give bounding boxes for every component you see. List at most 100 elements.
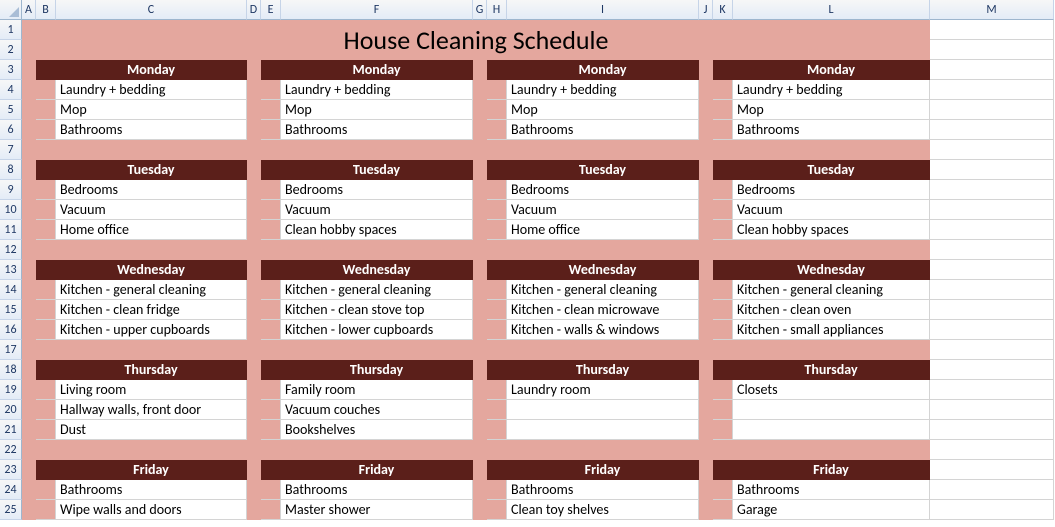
row-header-2[interactable]: 2	[0, 40, 22, 60]
task-checkbox-3-0-2[interactable]	[713, 120, 733, 140]
task-checkbox-1-3-0[interactable]	[261, 380, 281, 400]
task-checkbox-3-1-2[interactable]	[713, 220, 733, 240]
task-checkbox-3-4-0[interactable]	[713, 480, 733, 500]
task-checkbox-3-4-1[interactable]	[713, 500, 733, 520]
task-checkbox-2-0-1[interactable]	[487, 100, 507, 120]
task-checkbox-2-3-0[interactable]	[487, 380, 507, 400]
task-cell-0-1-1[interactable]: Vacuum	[56, 200, 247, 220]
col-header-L[interactable]: L	[733, 0, 930, 20]
task-checkbox-0-1-2[interactable]	[36, 220, 56, 240]
task-checkbox-2-1-0[interactable]	[487, 180, 507, 200]
task-checkbox-3-3-0[interactable]	[713, 380, 733, 400]
row-header-9[interactable]: 9	[0, 180, 22, 200]
row-header-22[interactable]: 22	[0, 440, 22, 460]
cell-M22[interactable]	[930, 440, 1054, 460]
task-cell-3-1-2[interactable]: Clean hobby spaces	[733, 220, 930, 240]
task-cell-0-1-0[interactable]: Bedrooms	[56, 180, 247, 200]
task-cell-2-0-2[interactable]: Bathrooms	[507, 120, 699, 140]
cell-M11[interactable]	[930, 220, 1054, 240]
task-cell-1-3-1[interactable]: Vacuum couches	[281, 400, 473, 420]
cell-M5[interactable]	[930, 100, 1054, 120]
cell-M10[interactable]	[930, 200, 1054, 220]
task-checkbox-0-3-0[interactable]	[36, 380, 56, 400]
task-cell-3-4-0[interactable]: Bathrooms	[733, 480, 930, 500]
row-header-25[interactable]: 25	[0, 500, 22, 520]
row-header-19[interactable]: 19	[0, 380, 22, 400]
cell-M16[interactable]	[930, 320, 1054, 340]
task-checkbox-2-0-2[interactable]	[487, 120, 507, 140]
task-checkbox-0-4-0[interactable]	[36, 480, 56, 500]
task-cell-3-3-0[interactable]: Closets	[733, 380, 930, 400]
task-cell-0-0-1[interactable]: Mop	[56, 100, 247, 120]
task-cell-1-1-2[interactable]: Clean hobby spaces	[281, 220, 473, 240]
col-header-A[interactable]: A	[22, 0, 36, 20]
task-checkbox-0-2-2[interactable]	[36, 320, 56, 340]
task-checkbox-1-1-2[interactable]	[261, 220, 281, 240]
row-header-18[interactable]: 18	[0, 360, 22, 380]
task-cell-1-0-1[interactable]: Mop	[281, 100, 473, 120]
task-cell-3-1-0[interactable]: Bedrooms	[733, 180, 930, 200]
row-header-1[interactable]: 1	[0, 20, 22, 40]
task-checkbox-3-1-1[interactable]	[713, 200, 733, 220]
cell-M4[interactable]	[930, 80, 1054, 100]
col-header-G[interactable]: G	[473, 0, 487, 20]
task-checkbox-2-4-0[interactable]	[487, 480, 507, 500]
task-cell-3-2-0[interactable]: Kitchen - general cleaning	[733, 280, 930, 300]
task-checkbox-1-4-0[interactable]	[261, 480, 281, 500]
task-checkbox-2-2-1[interactable]	[487, 300, 507, 320]
col-header-C[interactable]: C	[56, 0, 247, 20]
task-checkbox-0-1-1[interactable]	[36, 200, 56, 220]
task-cell-1-2-2[interactable]: Kitchen - lower cupboards	[281, 320, 473, 340]
task-checkbox-1-1-0[interactable]	[261, 180, 281, 200]
row-header-16[interactable]: 16	[0, 320, 22, 340]
task-checkbox-0-1-0[interactable]	[36, 180, 56, 200]
task-checkbox-1-2-2[interactable]	[261, 320, 281, 340]
task-checkbox-0-0-1[interactable]	[36, 100, 56, 120]
task-cell-2-1-1[interactable]: Vacuum	[507, 200, 699, 220]
task-checkbox-1-0-0[interactable]	[261, 80, 281, 100]
task-cell-1-2-1[interactable]: Kitchen - clean stove top	[281, 300, 473, 320]
task-cell-3-0-1[interactable]: Mop	[733, 100, 930, 120]
task-cell-0-2-0[interactable]: Kitchen - general cleaning	[56, 280, 247, 300]
row-header-3[interactable]: 3	[0, 60, 22, 80]
row-header-4[interactable]: 4	[0, 80, 22, 100]
task-cell-0-3-1[interactable]: Hallway walls, front door	[56, 400, 247, 420]
task-cell-1-2-0[interactable]: Kitchen - general cleaning	[281, 280, 473, 300]
task-checkbox-2-1-1[interactable]	[487, 200, 507, 220]
col-header-J[interactable]: J	[699, 0, 713, 20]
task-checkbox-3-2-2[interactable]	[713, 320, 733, 340]
task-checkbox-0-2-0[interactable]	[36, 280, 56, 300]
task-cell-2-4-0[interactable]: Bathrooms	[507, 480, 699, 500]
row-header-23[interactable]: 23	[0, 460, 22, 480]
task-cell-3-3-1[interactable]	[733, 400, 930, 420]
cell-M14[interactable]	[930, 280, 1054, 300]
task-cell-2-1-2[interactable]: Home office	[507, 220, 699, 240]
task-cell-2-2-0[interactable]: Kitchen - general cleaning	[507, 280, 699, 300]
cell-M13[interactable]	[930, 260, 1054, 280]
task-cell-3-4-1[interactable]: Garage	[733, 500, 930, 520]
row-header-11[interactable]: 11	[0, 220, 22, 240]
task-cell-0-0-0[interactable]: Laundry + bedding	[56, 80, 247, 100]
task-checkbox-2-3-2[interactable]	[487, 420, 507, 440]
task-cell-2-3-2[interactable]	[507, 420, 699, 440]
task-cell-1-1-1[interactable]: Vacuum	[281, 200, 473, 220]
task-checkbox-0-0-2[interactable]	[36, 120, 56, 140]
task-cell-1-3-2[interactable]: Bookshelves	[281, 420, 473, 440]
cell-M1[interactable]	[930, 20, 1054, 40]
row-header-14[interactable]: 14	[0, 280, 22, 300]
cell-M18[interactable]	[930, 360, 1054, 380]
task-cell-0-4-1[interactable]: Wipe walls and doors	[56, 500, 247, 520]
task-cell-3-2-1[interactable]: Kitchen - clean oven	[733, 300, 930, 320]
task-checkbox-3-0-1[interactable]	[713, 100, 733, 120]
task-cell-3-1-1[interactable]: Vacuum	[733, 200, 930, 220]
col-header-M[interactable]: M	[930, 0, 1054, 20]
row-header-24[interactable]: 24	[0, 480, 22, 500]
task-checkbox-1-0-1[interactable]	[261, 100, 281, 120]
task-checkbox-1-1-1[interactable]	[261, 200, 281, 220]
task-checkbox-3-3-1[interactable]	[713, 400, 733, 420]
task-cell-2-4-1[interactable]: Clean toy shelves	[507, 500, 699, 520]
cell-M12[interactable]	[930, 240, 1054, 260]
cell-M20[interactable]	[930, 400, 1054, 420]
task-checkbox-2-2-0[interactable]	[487, 280, 507, 300]
task-cell-3-2-2[interactable]: Kitchen - small appliances	[733, 320, 930, 340]
